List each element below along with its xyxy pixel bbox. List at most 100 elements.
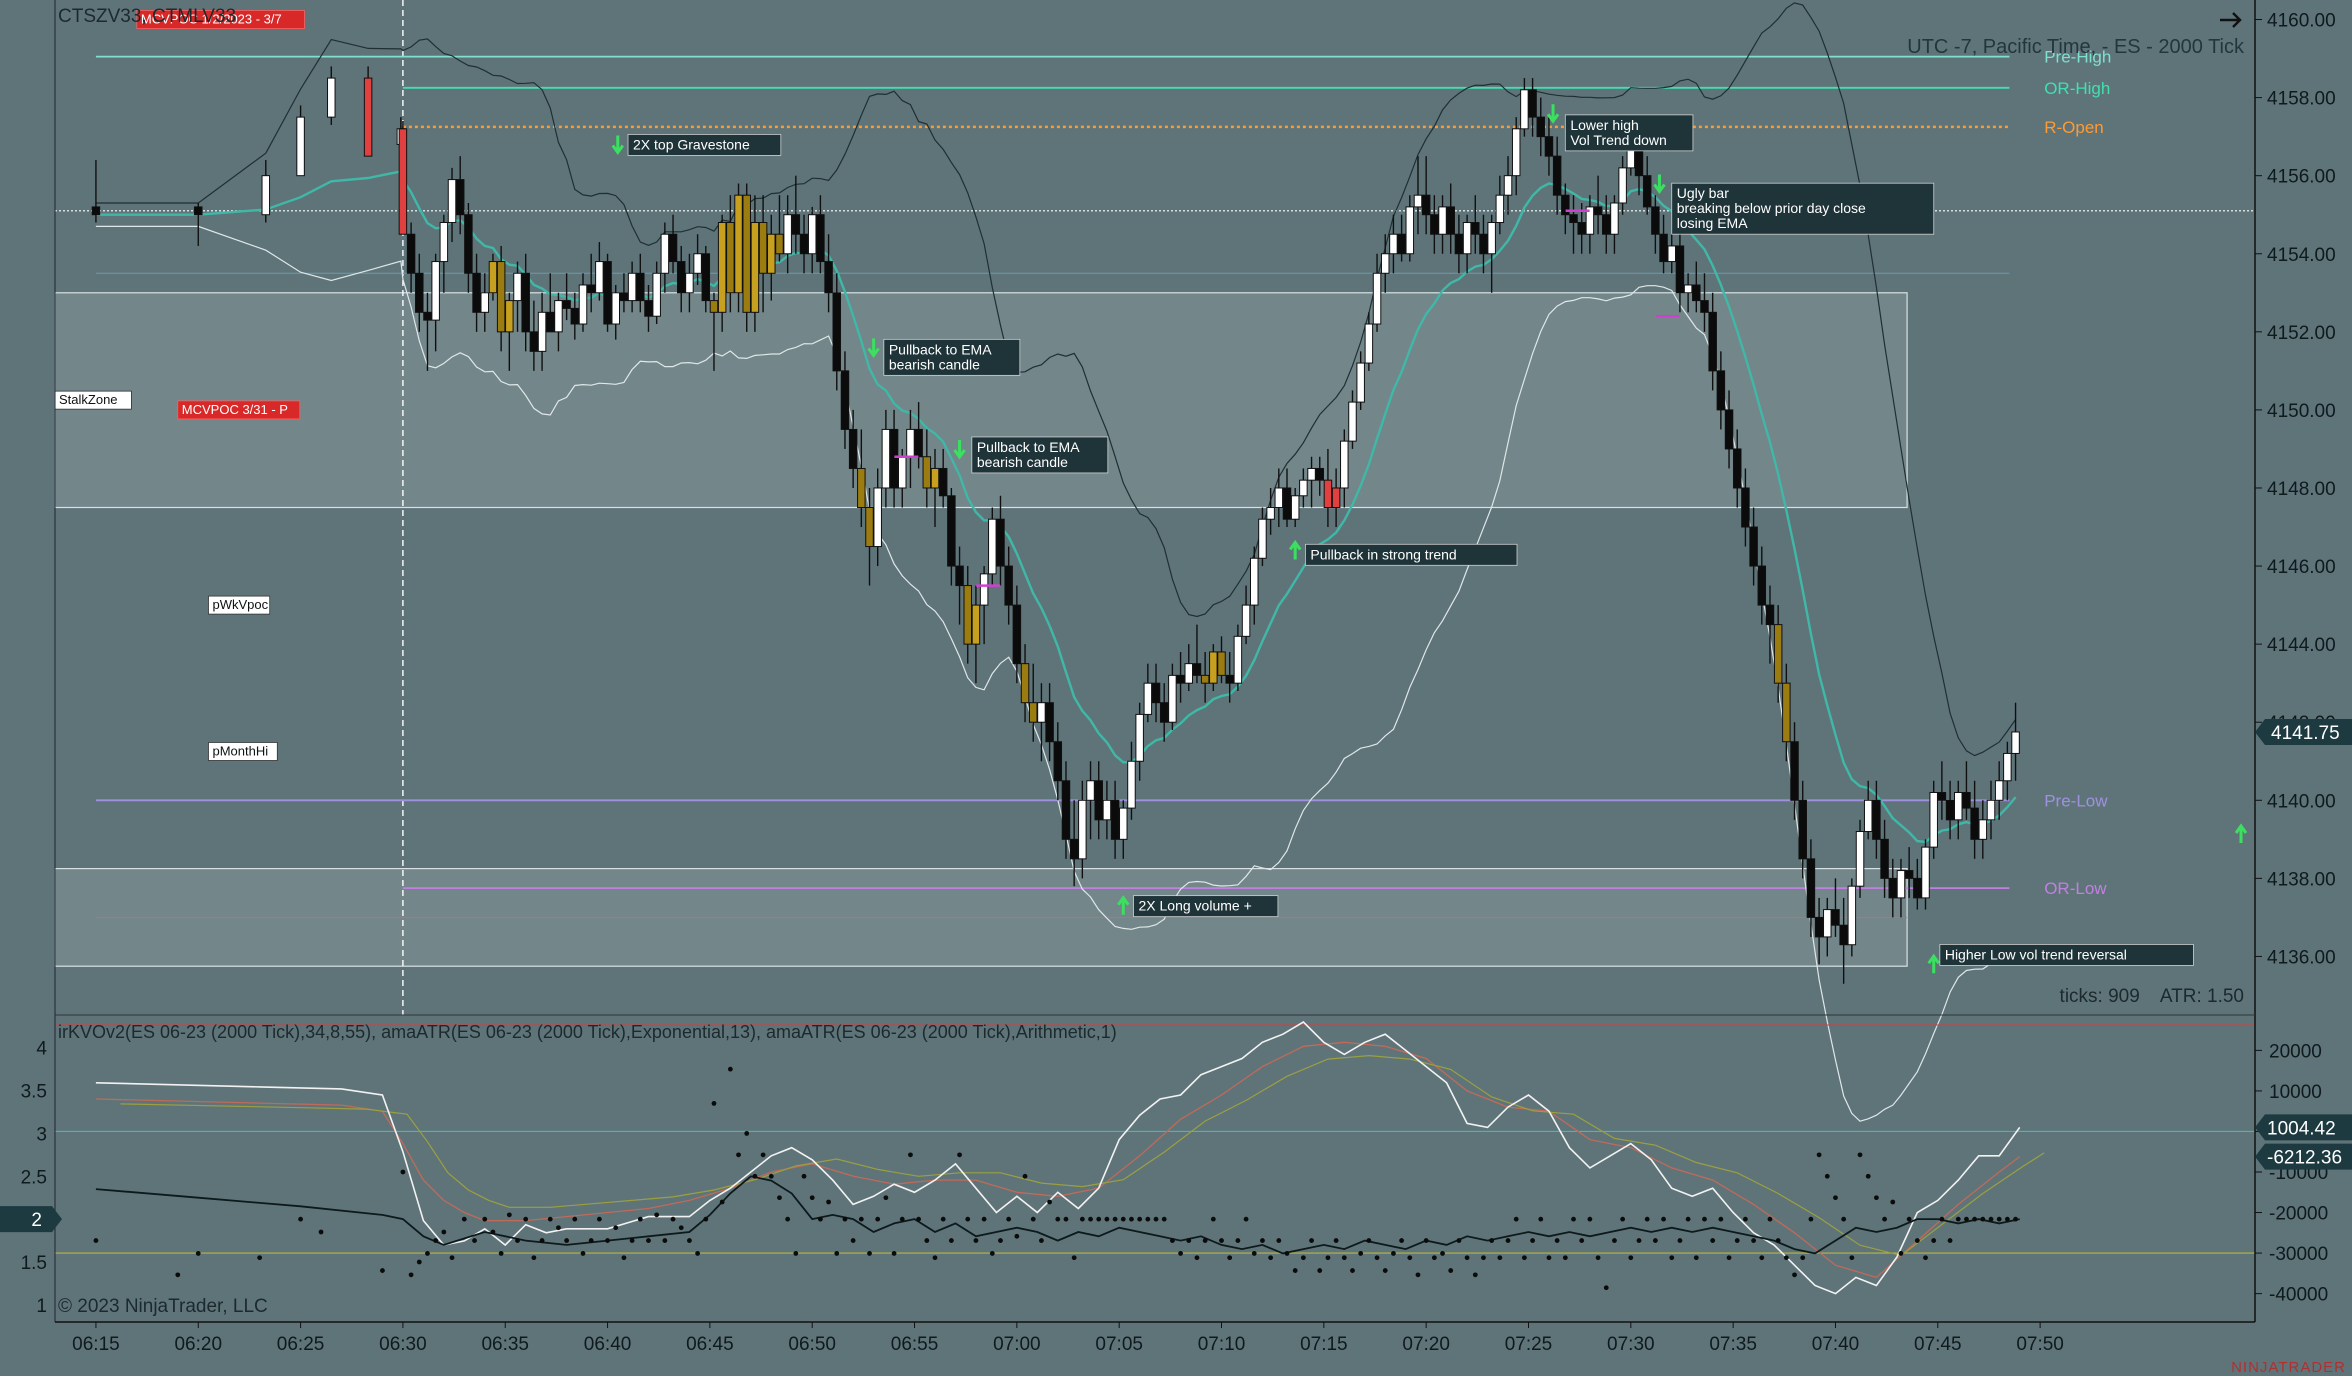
candle-body (1053, 741, 1063, 782)
ind-left-tick: 1 (36, 1296, 47, 1317)
atr-dot (687, 1238, 692, 1243)
candle (398, 121, 408, 235)
annotation-text: breaking below prior day close (1677, 200, 1866, 216)
marker-label: pMonthHi (208, 742, 278, 761)
candle-body (1855, 831, 1865, 887)
atr-dot (867, 1251, 872, 1256)
annotation: Pullback to EMAbearish candle (867, 338, 1021, 376)
y-tick-label: 4160.00 (2267, 11, 2336, 32)
candle-body (1225, 674, 1234, 684)
atr-dot (924, 1238, 930, 1243)
atr-dot (1759, 1255, 1765, 1261)
candle-body (1274, 487, 1284, 509)
atr-dot (1955, 1216, 1961, 1222)
candle-body (816, 214, 825, 263)
atr-dot (1178, 1251, 1183, 1256)
atr-dot (490, 1229, 496, 1235)
candle-body (857, 467, 866, 509)
candle-body (261, 175, 271, 216)
annotation-text: Lower high (1570, 117, 1639, 133)
candle-body (1307, 467, 1316, 481)
atr-dot (596, 1216, 602, 1222)
candle-body (898, 456, 907, 489)
atr-dot (703, 1216, 709, 1222)
ind-left-tick: 3.5 (21, 1082, 47, 1103)
candle-body (889, 428, 899, 489)
candle-body (1119, 807, 1128, 840)
candle-body (1462, 222, 1472, 255)
candle-body (1176, 674, 1185, 684)
candle-body (734, 194, 743, 294)
candle-body (1511, 128, 1521, 177)
atr-dot (441, 1229, 447, 1235)
candle-body (1651, 206, 1660, 235)
atr-dot (1448, 1268, 1454, 1273)
candle-body (693, 253, 702, 274)
atr-dot (1734, 1238, 1740, 1243)
atr-dot (1260, 1238, 1265, 1243)
atr-dot (809, 1195, 815, 1201)
ind-left-tick: 1.5 (21, 1253, 47, 1274)
candle-body (676, 261, 686, 294)
candle-body (758, 222, 768, 274)
atr-dot (1972, 1216, 1978, 1222)
level-label-or-high: OR-High (2044, 79, 2110, 98)
candle-body (1913, 877, 1922, 899)
candle-body (1544, 136, 1554, 157)
candle-body (2011, 731, 2020, 754)
atr-dot (449, 1255, 455, 1261)
candle-body (1520, 89, 1529, 130)
candle-body (415, 272, 424, 313)
atr-dot (1088, 1216, 1093, 1222)
candle-body (296, 116, 305, 177)
atr-dot (1849, 1255, 1855, 1261)
atr-dot (556, 1225, 561, 1231)
annotation-text: Pullback in strong trend (1310, 546, 1456, 562)
atr-dot (2004, 1216, 2010, 1222)
candle-body (1724, 409, 1734, 450)
candle-body (914, 428, 923, 458)
x-tick-label: 06:25 (277, 1334, 325, 1355)
candle-body (1700, 300, 1709, 313)
atr-dot (1726, 1255, 1732, 1261)
candle-body (194, 206, 203, 216)
atr-dot (1546, 1255, 1552, 1261)
price-badge-text: 4141.75 (2271, 723, 2340, 744)
candle-body (1741, 487, 1750, 528)
atr-dot (793, 1251, 799, 1256)
candle-body (873, 487, 882, 548)
indicator-title: irKVOv2(ES 06-23 (2000 Tick),34,8,55), a… (58, 1022, 1117, 1042)
atr-dot (472, 1238, 477, 1243)
candle-body (1921, 846, 1930, 899)
candle-body (1642, 175, 1652, 208)
atr-dot (1792, 1272, 1797, 1278)
atr-dot (817, 1216, 823, 1222)
x-tick-label: 06:20 (174, 1334, 222, 1355)
atr-dot (1538, 1216, 1544, 1222)
candle-body (1102, 799, 1112, 821)
atr-dot (1341, 1255, 1347, 1261)
marker-label: pWkVpoc (208, 595, 271, 615)
kvo-badge: 1004.42 (2255, 1114, 2352, 1141)
atr-dot (257, 1255, 263, 1261)
atr-dot (1489, 1238, 1495, 1243)
x-tick-label: 07:10 (1198, 1334, 1246, 1355)
candle-body (1528, 89, 1537, 118)
y-tick-label: 4154.00 (2267, 245, 2336, 266)
atr-dot (1833, 1195, 1838, 1201)
atr-dot (1268, 1255, 1274, 1261)
atr-dot (1161, 1216, 1167, 1222)
atr-dot (891, 1251, 897, 1256)
annotation: 2X Long volume + (1117, 895, 1279, 918)
candle-body (431, 261, 440, 321)
level-label-r-open: R-Open (2044, 118, 2104, 137)
atr-dot (1669, 1255, 1675, 1261)
atr-dot (1284, 1251, 1290, 1256)
candle-body (1446, 206, 1455, 235)
atr-dot (670, 1216, 676, 1222)
price-chart[interactable]: Pre-HighOR-HighR-OpenPre-LowOR-Low 2X to… (0, 0, 2352, 1376)
atr-dot (1415, 1272, 1421, 1278)
y-tick-label: 4148.00 (2267, 479, 2336, 500)
signal-badge: -6212.36 (2255, 1143, 2352, 1170)
atr-dot (1751, 1238, 1757, 1243)
